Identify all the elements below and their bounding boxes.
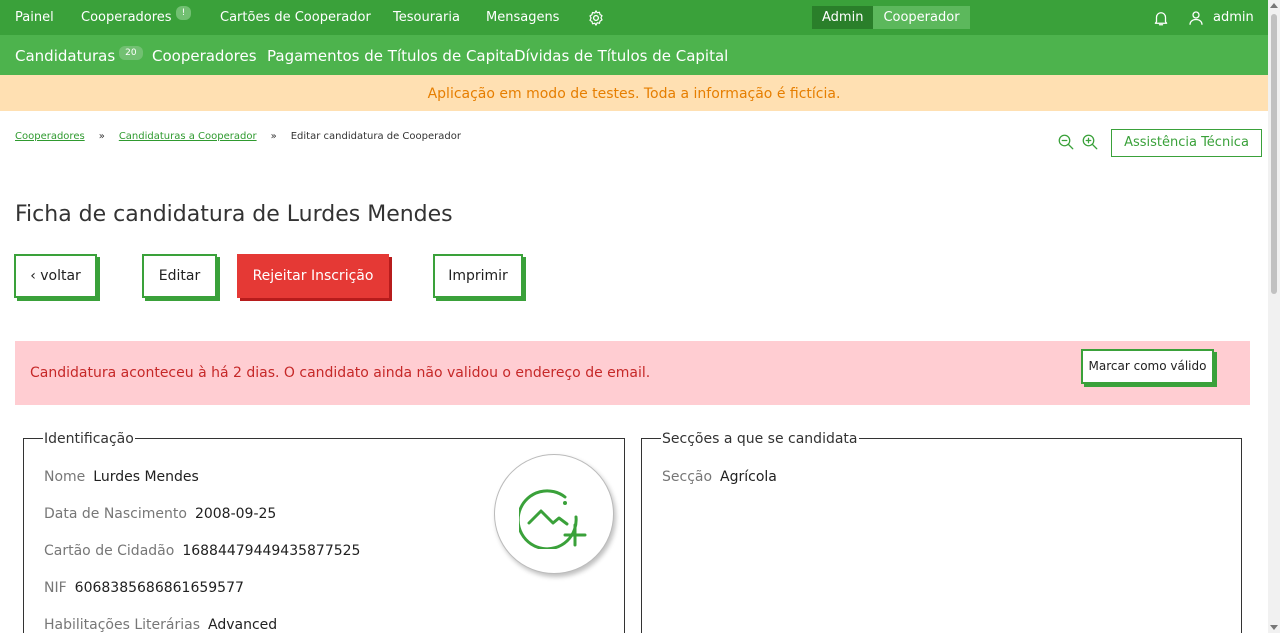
reject-button[interactable]: Rejeitar Inscrição — [237, 254, 389, 298]
field-value: 16884479449435877525 — [182, 543, 361, 559]
gear-icon[interactable] — [587, 9, 605, 27]
mark-valid-button[interactable]: Marcar como válido — [1081, 349, 1214, 384]
subnav-dividas[interactable]: Dívidas de Títulos de Capital — [514, 35, 728, 75]
breadcrumb-separator: » — [270, 131, 277, 142]
subnav-cooperadores[interactable]: Cooperadores — [152, 35, 257, 75]
breadcrumb: Cooperadores » Candidaturas a Cooperador » E… — [15, 131, 461, 142]
nav-cooperadores[interactable]: Cooperadores! — [81, 0, 192, 35]
field-value: 2008-09-25 — [194, 506, 277, 522]
nav-cartoes[interactable]: Cartões de Cooperador — [220, 0, 371, 35]
technical-support-button[interactable]: Assistência Técnica — [1111, 129, 1262, 157]
nav-tesouraria[interactable]: Tesouraria — [393, 0, 460, 35]
identification-legend: Identificação — [43, 431, 135, 447]
mode-admin-button[interactable]: Admin — [812, 6, 874, 29]
field-value: Advanced — [208, 617, 278, 633]
alert-message: Candidatura aconteceu à há 2 dias. O can… — [30, 365, 651, 381]
test-mode-banner: Aplicação em modo de testes. Toda a info… — [0, 75, 1268, 111]
sub-navbar: Candidaturas 20 Cooperadores Pagamentos d… — [0, 35, 1268, 75]
bell-icon[interactable] — [1152, 9, 1170, 27]
subnav-candidaturas-label: Candidaturas — [15, 47, 116, 65]
mode-cooperador-button[interactable]: Cooperador — [873, 6, 970, 29]
field-value: Lurdes Mendes — [93, 469, 199, 485]
zoom-out-icon[interactable] — [1057, 133, 1075, 151]
field-label: Cartão de Cidadão — [44, 543, 175, 559]
mode-switch: Admin Cooperador — [812, 6, 970, 29]
nav-cooperadores-label: Cooperadores — [81, 10, 172, 25]
nav-cooperadores-badge: ! — [175, 6, 192, 20]
add-photo-icon — [519, 489, 587, 549]
top-navbar: Painel Cooperadores! Cartões de Cooperad… — [0, 0, 1268, 35]
back-button[interactable]: ‹ voltar — [14, 254, 97, 298]
scroll-thumb[interactable] — [1271, 14, 1277, 294]
email-validation-alert: Candidatura aconteceu à há 2 dias. O can… — [15, 341, 1250, 405]
field-label: Data de Nascimento — [44, 506, 187, 522]
page-title: Ficha de candidatura de Lurdes Mendes — [15, 202, 453, 227]
field-data-nascimento: Data de Nascimento 2008-09-25 — [44, 506, 276, 522]
field-habilitacoes: Habilitações Literárias Advanced — [44, 617, 277, 633]
breadcrumb-separator: » — [98, 131, 105, 142]
field-value: 6068385686861659577 — [74, 580, 244, 596]
sections-panel: Secções a que se candidata Secção Agrícol… — [641, 431, 1242, 633]
field-value: Agrícola — [720, 469, 777, 485]
breadcrumb-cooperadores[interactable]: Cooperadores — [15, 131, 85, 142]
field-label: Nome — [44, 469, 86, 485]
breadcrumb-current: Editar candidatura de Cooperador — [290, 131, 461, 142]
field-label: Habilitações Literárias — [44, 617, 200, 633]
nav-mensagens[interactable]: Mensagens — [486, 0, 559, 35]
sections-legend: Secções a que se candidata — [661, 431, 859, 447]
subnav-pagamentos[interactable]: Pagamentos de Títulos de Capital — [267, 35, 519, 75]
field-seccao: Secção Agrícola — [662, 469, 777, 485]
candidaturas-count-badge: 20 — [119, 46, 143, 60]
field-label: Secção — [662, 469, 713, 485]
page-scrollbar[interactable] — [1268, 0, 1280, 633]
field-nif: NIF 6068385686861659577 — [44, 580, 244, 596]
field-cartao-cidadao: Cartão de Cidadão 16884479449435877525 — [44, 543, 360, 559]
subnav-candidaturas[interactable]: Candidaturas 20 — [15, 35, 143, 75]
scroll-up-arrow[interactable] — [1270, 3, 1278, 8]
user-menu[interactable]: admin — [1213, 0, 1254, 35]
field-label: NIF — [44, 580, 67, 596]
field-nome: Nome Lurdes Mendes — [44, 469, 199, 485]
print-button[interactable]: Imprimir — [433, 254, 523, 298]
photo-upload[interactable] — [494, 454, 614, 574]
user-icon[interactable] — [1187, 9, 1205, 27]
edit-button[interactable]: Editar — [142, 254, 217, 298]
breadcrumb-candidaturas[interactable]: Candidaturas a Cooperador — [119, 131, 257, 142]
identification-panel: Identificação Nome Lurdes Mendes Data de … — [23, 431, 625, 633]
scroll-down-arrow[interactable] — [1270, 625, 1278, 630]
zoom-in-icon[interactable] — [1081, 133, 1099, 151]
nav-painel[interactable]: Painel — [15, 0, 54, 35]
